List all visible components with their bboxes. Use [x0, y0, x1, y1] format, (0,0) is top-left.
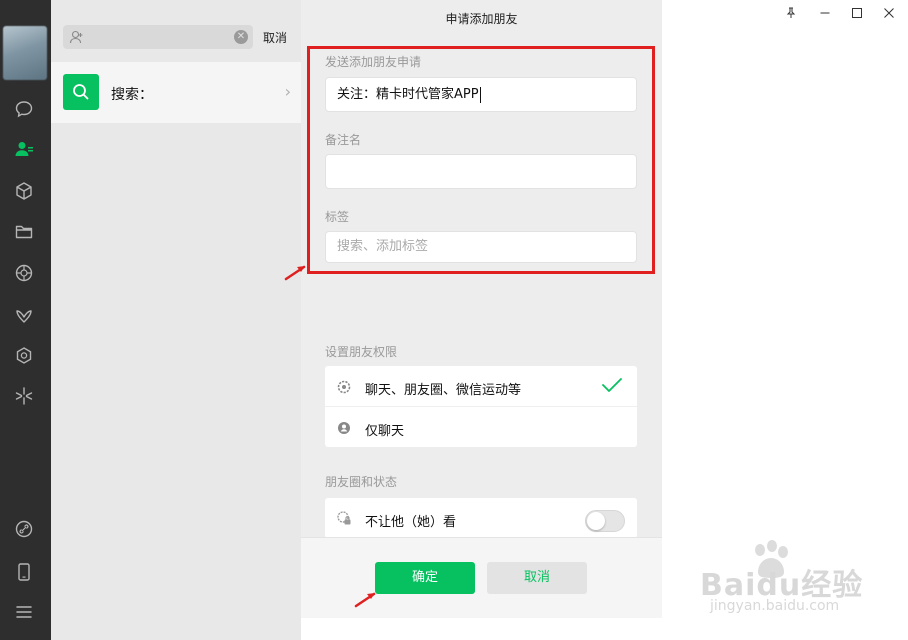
- annotation-arrow-icon: [354, 592, 376, 608]
- cancel-button[interactable]: 取消: [487, 562, 587, 594]
- pin-icon[interactable]: [780, 4, 802, 22]
- toggle-knob: [587, 512, 605, 530]
- highlight-box: [307, 46, 655, 274]
- nav-sidebar: [0, 0, 51, 640]
- contacts-icon[interactable]: [12, 137, 36, 161]
- minimize-icon[interactable]: [814, 4, 836, 22]
- sparkle-icon[interactable]: [12, 384, 36, 408]
- moments-status-label: 朋友圈和状态: [325, 475, 398, 489]
- phone-icon[interactable]: [12, 560, 36, 584]
- avatar[interactable]: [3, 26, 47, 80]
- menu-icon[interactable]: [12, 600, 36, 624]
- search-cancel-button[interactable]: 取消: [263, 29, 287, 46]
- permission-option-chat-only[interactable]: 仅聊天: [325, 407, 637, 447]
- confirm-button[interactable]: 确定: [375, 562, 475, 594]
- dialog-title: 申请添加朋友: [445, 12, 518, 26]
- permissions-label: 设置朋友权限: [325, 345, 398, 359]
- moments-icon[interactable]: [12, 261, 36, 285]
- permission-option-label: 聊天、朋友圈、微信运动等: [365, 383, 522, 398]
- search-panel: ✕ 取消 搜索： ›: [51, 0, 301, 640]
- permission-option-all[interactable]: 聊天、朋友圈、微信运动等: [325, 366, 637, 406]
- search-result-item[interactable]: 搜索： ›: [51, 62, 301, 123]
- hide-moments-toggle[interactable]: [585, 510, 625, 532]
- search-result-label: 搜索：: [111, 87, 153, 103]
- user-icon: [337, 420, 351, 434]
- butterfly-icon[interactable]: [12, 304, 36, 328]
- folder-icon[interactable]: [12, 220, 36, 244]
- wechat-window: ✕ 取消 搜索： › 申请添加朋友 发送添加朋友申请 关注：精卡时代管家APP …: [0, 0, 908, 640]
- check-icon: [601, 376, 623, 394]
- chat-icon[interactable]: [12, 97, 36, 121]
- hide-moments-label: 不让他（她）看: [365, 515, 457, 530]
- search-input[interactable]: ✕: [63, 25, 253, 49]
- annotation-arrow-icon: [284, 265, 306, 281]
- maximize-icon[interactable]: [846, 4, 868, 22]
- moments-icon: [337, 379, 351, 394]
- gear-icon[interactable]: [12, 344, 36, 368]
- permissions-group: 聊天、朋友圈、微信运动等 仅聊天: [325, 366, 637, 447]
- close-icon[interactable]: [878, 4, 900, 22]
- lock-icon: [337, 511, 352, 526]
- clear-icon[interactable]: ✕: [234, 30, 248, 44]
- search-icon: [63, 74, 99, 110]
- link-icon[interactable]: [12, 517, 36, 541]
- cube-icon[interactable]: [12, 179, 36, 203]
- permission-option-label: 仅聊天: [365, 424, 405, 439]
- hide-moments-row: 不让他（她）看: [325, 498, 637, 538]
- watermark-url: jingyan.baidu.com: [710, 598, 840, 614]
- add-contact-icon: [69, 29, 85, 45]
- chevron-right-icon: ›: [284, 82, 291, 101]
